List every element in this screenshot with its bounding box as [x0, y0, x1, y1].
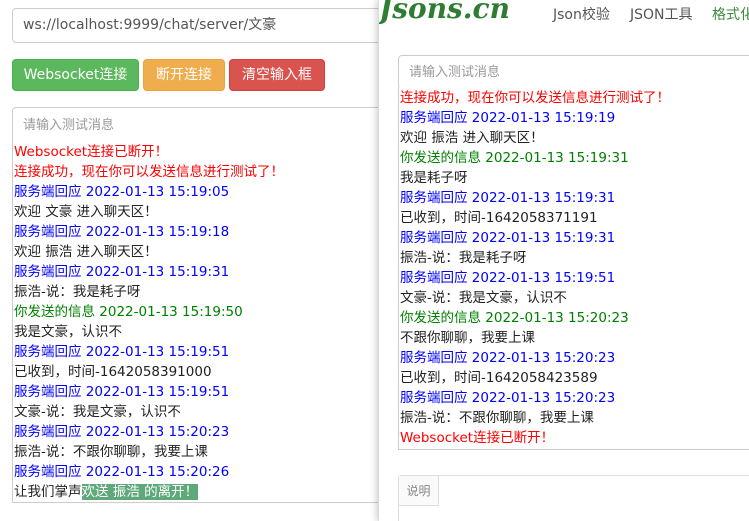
- message-log: Websocket连接已断开！ 连接成功，现在你可以发送信息进行测试了！ 服务端回应…: [12, 142, 392, 503]
- websocket-url-input[interactable]: ws://localhost:9999/chat/server/文豪: [12, 8, 392, 43]
- log-line: 服务端回应 2022-01-13 15:19:51: [400, 270, 616, 286]
- message-input[interactable]: 请输入测试消息: [12, 107, 392, 145]
- log-line-highlight: 欢送 振浩 的离开！: [81, 484, 199, 500]
- log-line: 振浩-说：我是耗子呀: [400, 250, 527, 266]
- nav-json-validate[interactable]: Json校验: [553, 4, 610, 24]
- description-panel: 说明: [398, 475, 749, 521]
- log-line: 振浩-说：不跟你聊聊，我要上课: [14, 444, 208, 460]
- websocket-connect-button[interactable]: Websocket连接: [12, 59, 139, 91]
- log-line: 你发送的信息 2022-01-13 15:19:50: [14, 304, 243, 320]
- clear-input-button[interactable]: 清空输入框: [229, 59, 325, 91]
- right-client-window: Jsons.cn Json校验 JSON工具 格式化 请输入测试消息 连接成功，…: [378, 0, 749, 521]
- log-line: 你发送的信息 2022-01-13 15:19:31: [400, 150, 629, 166]
- log-line: 你发送的信息 2022-01-13 15:20:23: [400, 310, 629, 326]
- message-log: 连接成功，现在你可以发送信息进行测试了！ 服务端回应 2022-01-13 15:…: [398, 88, 749, 450]
- log-line: 连接成功，现在你可以发送信息进行测试了！: [14, 164, 284, 180]
- log-line: 我是文豪，认识不: [14, 324, 122, 340]
- log-line: 我是耗子呀: [400, 170, 468, 186]
- log-line: 服务端回应 2022-01-13 15:19:51: [14, 384, 230, 400]
- log-line: 已收到，时间-1642058371191: [400, 210, 598, 226]
- log-line: 文豪-说：我是文豪，认识不: [14, 404, 181, 420]
- left-client-window: ws://localhost:9999/chat/server/文豪 Webso…: [0, 0, 392, 521]
- log-line: 连接成功，现在你可以发送信息进行测试了！: [400, 90, 670, 106]
- disconnect-button[interactable]: 断开连接: [143, 59, 225, 91]
- log-line: 已收到，时间-1642058391000: [14, 364, 212, 380]
- log-line: 欢迎 振浩 进入聊天区！: [400, 130, 544, 146]
- site-logo[interactable]: Jsons.cn: [379, 0, 510, 25]
- log-line: Websocket连接已断开！: [14, 144, 169, 160]
- log-line: 服务端回应 2022-01-13 15:19:18: [14, 224, 230, 240]
- log-line: 服务端回应 2022-01-13 15:20:23: [400, 390, 616, 406]
- log-line-prefix: 让我们掌声: [14, 484, 82, 500]
- log-line: 服务端回应 2022-01-13 15:19:31: [400, 230, 616, 246]
- log-line: 服务端回应 2022-01-13 15:19:19: [400, 110, 616, 126]
- description-label: 说明: [399, 476, 439, 506]
- log-line: 服务端回应 2022-01-13 15:19:51: [14, 344, 230, 360]
- log-line: 振浩-说：不跟你聊聊，我要上课: [400, 410, 594, 426]
- log-line: 欢迎 文豪 进入聊天区！: [14, 204, 158, 220]
- nav-json-tools[interactable]: JSON工具: [630, 4, 693, 24]
- message-input[interactable]: 请输入测试消息: [398, 55, 749, 90]
- log-line: Websocket连接已断开！: [400, 430, 555, 446]
- log-line: 服务端回应 2022-01-13 15:20:26: [14, 464, 230, 480]
- log-line: 服务端回应 2022-01-13 15:19:31: [400, 190, 616, 206]
- log-line: 不跟你聊聊，我要上课: [400, 330, 535, 346]
- log-line: 服务端回应 2022-01-13 15:20:23: [400, 350, 616, 366]
- log-line: 文豪-说：我是文豪，认识不: [400, 290, 567, 306]
- log-line: 服务端回应 2022-01-13 15:20:23: [14, 424, 230, 440]
- log-line: 欢迎 振浩 进入聊天区！: [14, 244, 158, 260]
- log-line: 服务端回应 2022-01-13 15:19:05: [14, 184, 230, 200]
- site-header: Jsons.cn Json校验 JSON工具 格式化: [379, 0, 749, 40]
- log-line: 服务端回应 2022-01-13 15:19:31: [14, 264, 230, 280]
- log-line: 振浩-说：我是耗子呀: [14, 284, 141, 300]
- log-line-last: 让我们掌声欢送 振浩 的离开！: [14, 482, 391, 502]
- log-line: 已收到，时间-1642058423589: [400, 370, 598, 386]
- nav-format[interactable]: 格式化: [712, 4, 749, 24]
